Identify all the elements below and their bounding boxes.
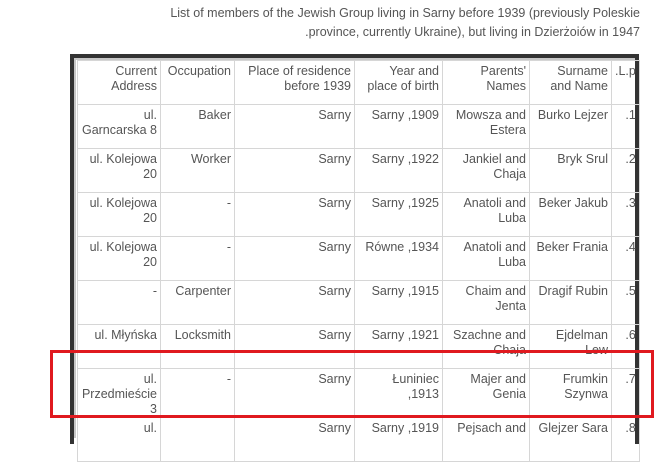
header-residence: Place of residence before 1939	[234, 60, 355, 105]
cell-name: Beker Frania	[529, 236, 612, 281]
cell-birth: Sarny ,1925	[354, 192, 443, 237]
cell-occupation	[160, 417, 235, 462]
cell-occupation: Carpenter	[160, 280, 235, 325]
frame-divider	[74, 58, 76, 438]
cell-occupation: -	[160, 192, 235, 237]
cell-name: Ejdelman Lew	[529, 324, 612, 369]
cell-lp: .4	[611, 236, 640, 281]
cell-parents: Chaim and Jenta	[442, 280, 530, 325]
caption-line-2: .province, currently Ukraine), but livin…	[305, 25, 640, 39]
table-row: ul. Sarny Sarny ,1919 Pejsach and Glejze…	[77, 417, 640, 462]
cell-lp: .7	[611, 368, 640, 418]
members-table: Current Address Occupation Place of resi…	[77, 60, 640, 462]
header-lp: .L.p	[611, 60, 640, 105]
table-row: ul. Młyńska Locksmith Sarny Sarny ,1921 …	[77, 324, 640, 369]
table-row: ul. Garncarska 8 Baker Sarny Sarny ,1909…	[77, 104, 640, 149]
cell-lp: .5	[611, 280, 640, 325]
cell-birth: Sarny ,1921	[354, 324, 443, 369]
cell-name: Burko Lejzer	[529, 104, 612, 149]
cell-lp: .8	[611, 417, 640, 462]
cell-address: ul. Kolejowa 20	[77, 236, 161, 281]
cell-birth: Łuniniec ,1913	[354, 368, 443, 418]
table-row: ul. Kolejowa 20 Worker Sarny Sarny ,1922…	[77, 148, 640, 193]
header-name: Surname and Name	[529, 60, 612, 105]
cell-birth: Sarny ,1919	[354, 417, 443, 462]
cell-name: Dragif Rubin	[529, 280, 612, 325]
cell-residence: Sarny	[234, 104, 355, 149]
cell-parents: Majer and Genia	[442, 368, 530, 418]
cell-lp: .1	[611, 104, 640, 149]
cell-birth: Sarny ,1909	[354, 104, 443, 149]
cell-parents: Anatoli and Luba	[442, 236, 530, 281]
cell-residence: Sarny	[234, 236, 355, 281]
table-row-highlighted: ul. Przedmieście 3 - Sarny Łuniniec ,191…	[77, 368, 640, 418]
cell-birth: Sarny ,1915	[354, 280, 443, 325]
cell-residence: Sarny	[234, 280, 355, 325]
table-caption: List of members of the Jewish Group livi…	[170, 4, 640, 42]
cell-address: ul. Przedmieście 3	[77, 368, 161, 418]
cell-residence: Sarny	[234, 417, 355, 462]
cell-occupation: Locksmith	[160, 324, 235, 369]
cell-residence: Sarny	[234, 368, 355, 418]
cell-address: ul. Kolejowa 20	[77, 192, 161, 237]
cell-lp: .6	[611, 324, 640, 369]
cell-parents: Mowsza and Estera	[442, 104, 530, 149]
cell-name: Bryk Srul	[529, 148, 612, 193]
cell-lp: .3	[611, 192, 640, 237]
cell-residence: Sarny	[234, 192, 355, 237]
table-row: ul. Kolejowa 20 - Sarny Równe ,1934 Anat…	[77, 236, 640, 281]
table-row: ul. Kolejowa 20 - Sarny Sarny ,1925 Anat…	[77, 192, 640, 237]
cell-name: Frumkin Szynwa	[529, 368, 612, 418]
caption-line-1: List of members of the Jewish Group livi…	[170, 6, 640, 20]
cell-address: ul. Garncarska 8	[77, 104, 161, 149]
header-current-address: Current Address	[77, 60, 161, 105]
cell-residence: Sarny	[234, 148, 355, 193]
cell-occupation: -	[160, 236, 235, 281]
cell-address: ul. Młyńska	[77, 324, 161, 369]
header-birth: Year and place of birth	[354, 60, 443, 105]
cell-lp: .2	[611, 148, 640, 193]
cell-parents: Pejsach and	[442, 417, 530, 462]
cell-residence: Sarny	[234, 324, 355, 369]
cell-occupation: Baker	[160, 104, 235, 149]
cell-occupation: Worker	[160, 148, 235, 193]
cell-address: -	[77, 280, 161, 325]
cell-address: ul.	[77, 417, 161, 462]
header-occupation: Occupation	[160, 60, 235, 105]
table-row: - Carpenter Sarny Sarny ,1915 Chaim and …	[77, 280, 640, 325]
table-header-row: Current Address Occupation Place of resi…	[77, 60, 640, 105]
cell-parents: Szachne and Chaja	[442, 324, 530, 369]
cell-name: Glejzer Sara	[529, 417, 612, 462]
cell-parents: Anatoli and Luba	[442, 192, 530, 237]
cell-address: ul. Kolejowa 20	[77, 148, 161, 193]
cell-occupation: -	[160, 368, 235, 418]
cell-birth: Sarny ,1922	[354, 148, 443, 193]
cell-birth: Równe ,1934	[354, 236, 443, 281]
header-parents: Parents' Names	[442, 60, 530, 105]
cell-parents: Jankiel and Chaja	[442, 148, 530, 193]
cell-name: Beker Jakub	[529, 192, 612, 237]
